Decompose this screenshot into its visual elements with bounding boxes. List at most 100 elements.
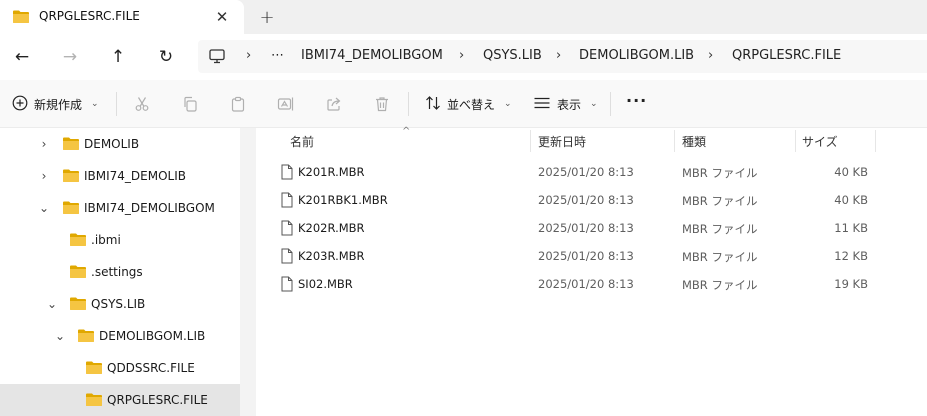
new-tab-button[interactable]: + — [255, 5, 279, 29]
view-list-icon — [533, 95, 551, 114]
sidebar-item-label: QSYS.LIB — [91, 297, 146, 311]
file-name: K201RBK1.MBR — [298, 193, 388, 207]
file-date: 2025/01/20 8:13 — [538, 193, 634, 207]
folder-icon — [77, 328, 95, 346]
sidebar-item-label: QDDSSRC.FILE — [107, 361, 195, 375]
column-header-size[interactable]: サイズ — [802, 128, 838, 154]
sidebar-item-settings[interactable]: .settings — [0, 256, 240, 288]
up-button[interactable]: ↑ — [104, 43, 132, 71]
file-date: 2025/01/20 8:13 — [538, 249, 634, 263]
breadcrumb-ibmi74-demolibgom[interactable]: IBMI74_DEMOLIBGOM — [301, 48, 443, 63]
chevron-right-icon[interactable]: › — [38, 169, 50, 183]
column-divider[interactable] — [875, 130, 876, 152]
table-row[interactable]: K201RBK1.MBR 2025/01/20 8:13 MBR ファイル 40… — [256, 186, 927, 214]
sidebar-item-qsys-lib[interactable]: ⌄ QSYS.LIB — [0, 288, 240, 320]
file-name: K203R.MBR — [298, 249, 365, 263]
toolbar-divider — [408, 92, 409, 116]
breadcrumb-qrpglesrc-file[interactable]: QRPGLESRC.FILE — [732, 48, 841, 63]
sidebar-item-demolibgom-lib[interactable]: ⌄ DEMOLIBGOM.LIB — [0, 320, 240, 352]
sidebar-item-ibmi74-demolibgom[interactable]: ⌄ IBMI74_DEMOLIBGOM — [0, 192, 240, 224]
sidebar-item-qddssrc-file[interactable]: QDDSSRC.FILE — [0, 352, 240, 384]
table-row[interactable]: K203R.MBR 2025/01/20 8:13 MBR ファイル 12 KB — [256, 242, 927, 270]
tab-close-button[interactable]: ✕ — [210, 6, 234, 28]
back-button[interactable]: ← — [8, 43, 36, 71]
sidebar-item-demolib[interactable]: › DEMOLIB — [0, 128, 240, 160]
file-size: 40 KB — [834, 165, 868, 179]
monitor-icon — [209, 49, 225, 67]
file-name: K201R.MBR — [298, 165, 365, 179]
sidebar-item-label: IBMI74_DEMOLIB — [84, 169, 187, 183]
sidebar-item-qrpglesrc-file[interactable]: QRPGLESRC.FILE — [0, 384, 240, 416]
file-icon — [281, 220, 293, 239]
table-row[interactable]: SI02.MBR 2025/01/20 8:13 MBR ファイル 19 KB — [256, 270, 927, 298]
breadcrumb-qsys-lib[interactable]: QSYS.LIB — [483, 48, 542, 63]
chevron-down-icon[interactable]: ⌄ — [54, 329, 66, 343]
chevron-down-icon[interactable]: ⌄ — [46, 297, 58, 311]
folder-icon — [62, 136, 80, 154]
folder-icon — [69, 232, 87, 250]
breadcrumb-overflow[interactable]: ⋯ — [271, 48, 285, 63]
cut-icon[interactable] — [132, 94, 152, 114]
sort-icon — [425, 95, 441, 114]
sidebar-item-label: IBMI74_DEMOLIBGOM — [84, 201, 215, 215]
file-date: 2025/01/20 8:13 — [538, 221, 634, 235]
file-name: SI02.MBR — [298, 277, 353, 291]
refresh-button[interactable]: ↻ — [152, 43, 180, 71]
forward-button[interactable]: → — [56, 43, 84, 71]
navigation-pane: › DEMOLIB › IBMI74_DEMOLIB ⌄ IBMI74_DEMO… — [0, 128, 240, 416]
breadcrumb-separator[interactable]: › — [556, 48, 561, 63]
sort-button-label: 並べ替え — [447, 97, 496, 112]
table-row[interactable]: K201R.MBR 2025/01/20 8:13 MBR ファイル 40 KB — [256, 158, 927, 186]
file-icon — [281, 164, 293, 183]
copy-icon[interactable] — [180, 94, 200, 114]
file-type: MBR ファイル — [682, 166, 758, 180]
tab-qrpglesrc[interactable]: QRPGLESRC.FILE ✕ — [0, 0, 244, 34]
breadcrumb-separator[interactable]: › — [246, 48, 251, 63]
view-button-label: 表示 — [557, 97, 582, 112]
tab-title: QRPGLESRC.FILE — [39, 9, 140, 23]
column-header-date[interactable]: 更新日時 — [538, 128, 586, 154]
paste-icon[interactable] — [228, 94, 248, 114]
breadcrumb-separator[interactable]: › — [708, 48, 713, 63]
more-options-button[interactable]: ··· — [626, 91, 647, 110]
sidebar-item-ibmi74-demolib[interactable]: › IBMI74_DEMOLIB — [0, 160, 240, 192]
file-size: 12 KB — [834, 249, 868, 263]
column-divider[interactable] — [674, 130, 675, 152]
column-divider[interactable] — [795, 130, 796, 152]
chevron-down-icon: ⌄ — [504, 99, 512, 109]
file-size: 40 KB — [834, 193, 868, 207]
navigation-bar: ← → ↑ ↻ › ⋯ IBMI74_DEMOLIBGOM › QSYS.LIB… — [0, 34, 927, 80]
column-header-type[interactable]: 種類 — [682, 128, 706, 154]
view-button[interactable]: 表示 ⌄ — [533, 92, 598, 116]
chevron-down-icon[interactable]: ⌄ — [38, 201, 50, 215]
folder-icon — [85, 360, 103, 378]
column-divider[interactable] — [530, 130, 531, 152]
address-bar[interactable]: › ⋯ IBMI74_DEMOLIBGOM › QSYS.LIB › DEMOL… — [198, 40, 927, 73]
breadcrumb-demolibgom-lib[interactable]: DEMOLIBGOM.LIB — [579, 48, 694, 63]
sidebar-item-label: .ibmi — [91, 233, 121, 247]
folder-icon — [85, 392, 103, 410]
folder-icon — [69, 296, 87, 314]
rename-icon[interactable] — [276, 94, 296, 114]
pane-splitter[interactable] — [240, 128, 256, 416]
file-date: 2025/01/20 8:13 — [538, 277, 634, 291]
sort-button[interactable]: 並べ替え ⌄ — [425, 92, 512, 116]
file-list: ^ 名前 更新日時 種類 サイズ K201R.MBR 2025/01/20 8:… — [256, 126, 927, 416]
share-icon[interactable] — [324, 94, 344, 114]
chevron-right-icon[interactable]: › — [38, 137, 50, 151]
file-size: 19 KB — [834, 277, 868, 291]
sidebar-item-ibmi[interactable]: .ibmi — [0, 224, 240, 256]
breadcrumb-separator[interactable]: › — [459, 48, 464, 63]
folder-icon — [62, 200, 80, 218]
folder-icon — [62, 168, 80, 186]
file-icon — [281, 276, 293, 295]
file-type: MBR ファイル — [682, 250, 758, 264]
sidebar-item-label: DEMOLIBGOM.LIB — [99, 329, 206, 343]
column-header-name[interactable]: 名前 — [290, 128, 314, 154]
new-button[interactable]: 新規作成 ⌄ — [12, 92, 99, 116]
sidebar-item-label: DEMOLIB — [84, 137, 140, 151]
table-row[interactable]: K202R.MBR 2025/01/20 8:13 MBR ファイル 11 KB — [256, 214, 927, 242]
toolbar-divider — [116, 92, 117, 116]
delete-icon[interactable] — [372, 94, 392, 114]
file-name: K202R.MBR — [298, 221, 365, 235]
